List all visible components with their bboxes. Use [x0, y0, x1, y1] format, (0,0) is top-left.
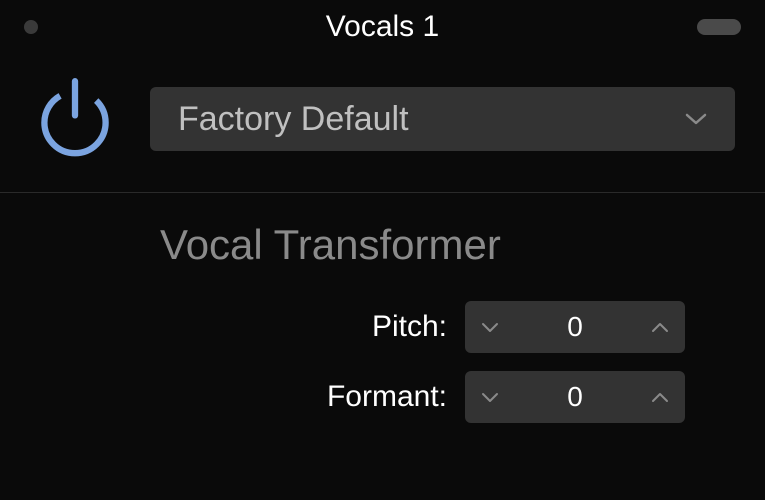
effect-title: Vocal Transformer: [160, 221, 735, 269]
chevron-down-icon: [481, 322, 499, 333]
preset-dropdown[interactable]: Factory Default: [150, 87, 735, 151]
pitch-value: 0: [515, 311, 635, 343]
formant-row: Formant: 0: [160, 371, 735, 423]
track-title: Vocals 1: [84, 10, 681, 44]
formant-label: Formant:: [327, 380, 447, 414]
preset-label: Factory Default: [178, 100, 409, 139]
main-section: Vocal Transformer Pitch: 0 Formant:: [0, 193, 765, 423]
pitch-decrement-button[interactable]: [465, 301, 515, 353]
chevron-down-icon: [685, 112, 707, 126]
pitch-row: Pitch: 0: [160, 301, 735, 353]
header-indicator-dot: [24, 20, 38, 34]
pitch-increment-button[interactable]: [635, 301, 685, 353]
chevron-down-icon: [481, 392, 499, 403]
header-left: [24, 20, 84, 34]
header-right: [681, 19, 741, 35]
power-toggle-button[interactable]: [30, 74, 120, 164]
pitch-label: Pitch:: [372, 310, 447, 344]
chevron-up-icon: [651, 392, 669, 403]
header-bar: Vocals 1: [0, 0, 765, 54]
top-section: Factory Default: [0, 54, 765, 192]
formant-value: 0: [515, 381, 635, 413]
formant-decrement-button[interactable]: [465, 371, 515, 423]
pitch-stepper[interactable]: 0: [465, 301, 685, 353]
power-icon: [30, 74, 120, 164]
formant-stepper[interactable]: 0: [465, 371, 685, 423]
header-pill-icon: [697, 19, 741, 35]
formant-increment-button[interactable]: [635, 371, 685, 423]
chevron-up-icon: [651, 322, 669, 333]
